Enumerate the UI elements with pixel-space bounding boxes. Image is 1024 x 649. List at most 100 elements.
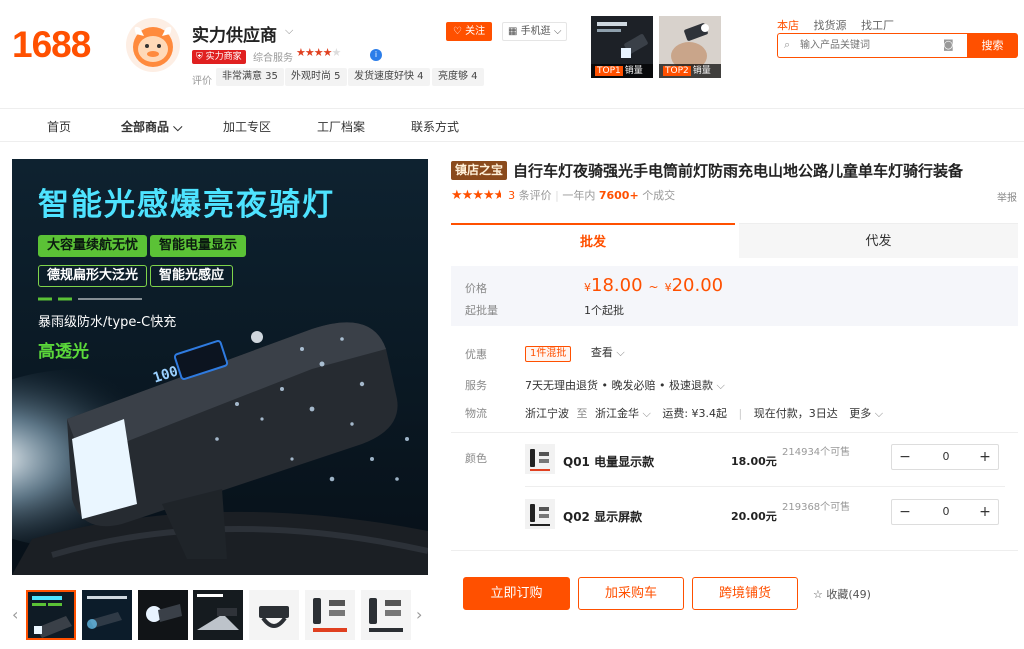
top-seller-item-2[interactable]: TOP2 销量 xyxy=(659,16,721,78)
review-tag[interactable]: 非常满意 35 xyxy=(216,68,284,86)
promo-label: 优惠 xyxy=(465,348,487,361)
power-merchant-badge: ⛨ 实力商家 xyxy=(192,50,246,64)
service-label: 服务 xyxy=(465,379,487,392)
promo-row: 1件混批 查看 ⌵ xyxy=(525,344,625,362)
section-divider xyxy=(451,550,1018,551)
chevron-down-icon: ⌵ xyxy=(642,407,651,420)
review-tag[interactable]: 发货速度好快 4 xyxy=(348,68,430,86)
main-product-image[interactable]: 100 智能光感爆亮夜骑灯 大容量续航无忧 智能电量显示 德规扁形大泛光 智能光… xyxy=(12,159,428,575)
service-score-label: 综合服务 xyxy=(253,53,293,64)
buy-now-button[interactable]: 立即订购 xyxy=(463,577,570,610)
search-input[interactable] xyxy=(800,37,940,54)
search-icon: ⌕ xyxy=(784,38,791,51)
section-divider xyxy=(451,432,1018,433)
site-logo[interactable]: 1688 xyxy=(12,24,91,66)
ship-to-select[interactable]: 浙江金华 ⌵ xyxy=(595,407,651,420)
qr-code-icon: ▦ xyxy=(508,26,518,37)
thumbnail[interactable] xyxy=(305,590,355,640)
logistics-label: 物流 xyxy=(465,407,487,420)
star-icon: ☆ xyxy=(813,588,823,601)
review-count[interactable]: 3 xyxy=(508,189,515,202)
feature-badge: 大容量续航无忧 xyxy=(38,235,148,257)
price-max: 20.00 xyxy=(671,275,724,296)
currency-symbol: ¥ xyxy=(664,281,672,294)
price-label: 价格 xyxy=(465,282,487,295)
price-panel: 价格 ¥18.00 ~ ¥20.00 起批量 1个起批 xyxy=(451,266,1018,326)
camera-icon[interactable]: ◙ xyxy=(943,38,954,51)
favorite-button[interactable]: ☆ 收藏(49) xyxy=(813,586,871,602)
chevron-left-icon[interactable]: ‹ xyxy=(12,605,18,624)
report-link[interactable]: 举报 xyxy=(997,189,1017,204)
info-icon[interactable]: i xyxy=(370,49,382,61)
shop-avatar[interactable] xyxy=(126,18,180,72)
search-button[interactable]: 搜索 xyxy=(967,33,1018,58)
quantity-input[interactable]: 0 xyxy=(922,500,970,524)
nav-item-home[interactable]: 首页 xyxy=(47,118,71,135)
chevron-down-icon: ⌵ xyxy=(716,379,725,392)
power-badge-label: 实力商家 xyxy=(205,52,242,62)
thumbnail[interactable] xyxy=(361,590,411,640)
chevron-down-icon[interactable]: ⌵ xyxy=(285,24,293,38)
nav-item-all-products-label: 全部商品 xyxy=(121,120,170,134)
cross-border-button[interactable]: 跨境铺货 xyxy=(692,577,798,610)
heart-icon: ♡ xyxy=(452,26,462,37)
nav-item-contact[interactable]: 联系方式 xyxy=(411,118,459,135)
search-tab-sources[interactable]: 找货源 xyxy=(814,19,847,32)
increase-quantity-button[interactable]: + xyxy=(972,500,998,524)
store-treasure-badge: 镇店之宝 xyxy=(451,161,508,180)
thumbnail[interactable] xyxy=(138,590,188,640)
shield-icon: ⛨ xyxy=(196,52,203,62)
sku-thumbnail[interactable] xyxy=(525,499,555,529)
review-tag[interactable]: 外观时尚 5 xyxy=(285,68,347,86)
quantity-input[interactable]: 0 xyxy=(922,445,970,469)
nav-item-all-products[interactable]: 全部商品 ⌵ xyxy=(121,118,182,135)
sku-thumbnail[interactable] xyxy=(525,444,555,474)
shop-name[interactable]: 实力供应商 xyxy=(192,21,277,46)
feature-badge: 智能光感应 xyxy=(150,265,234,287)
sku-row: Q01 电量显示款 18.00元 214934个可售 − 0 + xyxy=(525,436,1005,486)
tab-wholesale[interactable]: 批发 xyxy=(451,223,735,258)
color-label: 颜色 xyxy=(465,452,487,465)
follow-button[interactable]: ♡ 关注 xyxy=(446,22,492,41)
increase-quantity-button[interactable]: + xyxy=(972,445,998,469)
chevron-down-icon: ⌵ xyxy=(874,407,884,420)
sku-stock: 214934个可售 xyxy=(782,447,851,458)
hero-subline: 暴雨级防水/type-C快充 xyxy=(38,315,177,330)
chevron-right-icon[interactable]: › xyxy=(416,605,422,624)
thumbnail[interactable] xyxy=(193,590,243,640)
service-stars-filled: ★★★★ xyxy=(296,46,332,59)
thumbnail[interactable] xyxy=(26,590,76,640)
evaluation-label: 评价 xyxy=(192,76,212,87)
decrease-quantity-button[interactable]: − xyxy=(892,445,918,469)
price-tilde: ~ xyxy=(648,280,659,294)
sku-price: 18.00元 xyxy=(731,455,777,468)
service-guarantees[interactable]: 7天无理由退货 • 晚发必赔 • 极速退款 ⌵ xyxy=(525,377,725,393)
chevron-down-icon: ⌵ xyxy=(173,120,183,134)
review-tag[interactable]: 亮度够 4 xyxy=(432,68,484,86)
search-box: ⌕ ◙ xyxy=(777,33,967,58)
tab-dropship[interactable]: 代发 xyxy=(739,223,1018,258)
mobile-browse-button[interactable]: ▦ 手机逛 ⌵ xyxy=(502,22,568,41)
logistics-more-link[interactable]: 更多 ⌵ xyxy=(849,407,883,420)
thumbnail[interactable] xyxy=(82,590,132,640)
add-to-cart-button[interactable]: 加采购车 xyxy=(578,577,684,610)
nav-item-factory-profile[interactable]: 工厂档案 xyxy=(317,118,365,135)
search-tab-store[interactable]: 本店 xyxy=(777,19,799,32)
sku-stock: 219368个可售 xyxy=(782,502,851,513)
top-seller-item-1[interactable]: TOP1 销量 xyxy=(591,16,653,78)
quantity-stepper: − 0 + xyxy=(891,499,999,525)
favorite-label: 收藏(49) xyxy=(826,588,871,601)
top-rank-label: TOP1 销量 xyxy=(591,64,653,78)
follow-label: 关注 xyxy=(465,26,486,37)
decrease-quantity-button[interactable]: − xyxy=(892,500,918,524)
search-scope-tabs: 本店 找货源 找工厂 xyxy=(777,17,905,33)
search-tab-factory[interactable]: 找工厂 xyxy=(861,19,894,32)
thumbnail[interactable] xyxy=(249,590,299,640)
nav-item-processing[interactable]: 加工专区 xyxy=(223,118,271,135)
sku-name: Q01 电量显示款 xyxy=(563,455,655,469)
thumbnail-strip: ‹ › xyxy=(12,587,428,643)
sales-prefix: 一年内 xyxy=(562,189,596,202)
feature-badge: 智能电量显示 xyxy=(150,235,247,257)
promo-view-link[interactable]: 查看 ⌵ xyxy=(591,346,625,359)
review-count-suffix[interactable]: 条评价 xyxy=(519,189,552,202)
